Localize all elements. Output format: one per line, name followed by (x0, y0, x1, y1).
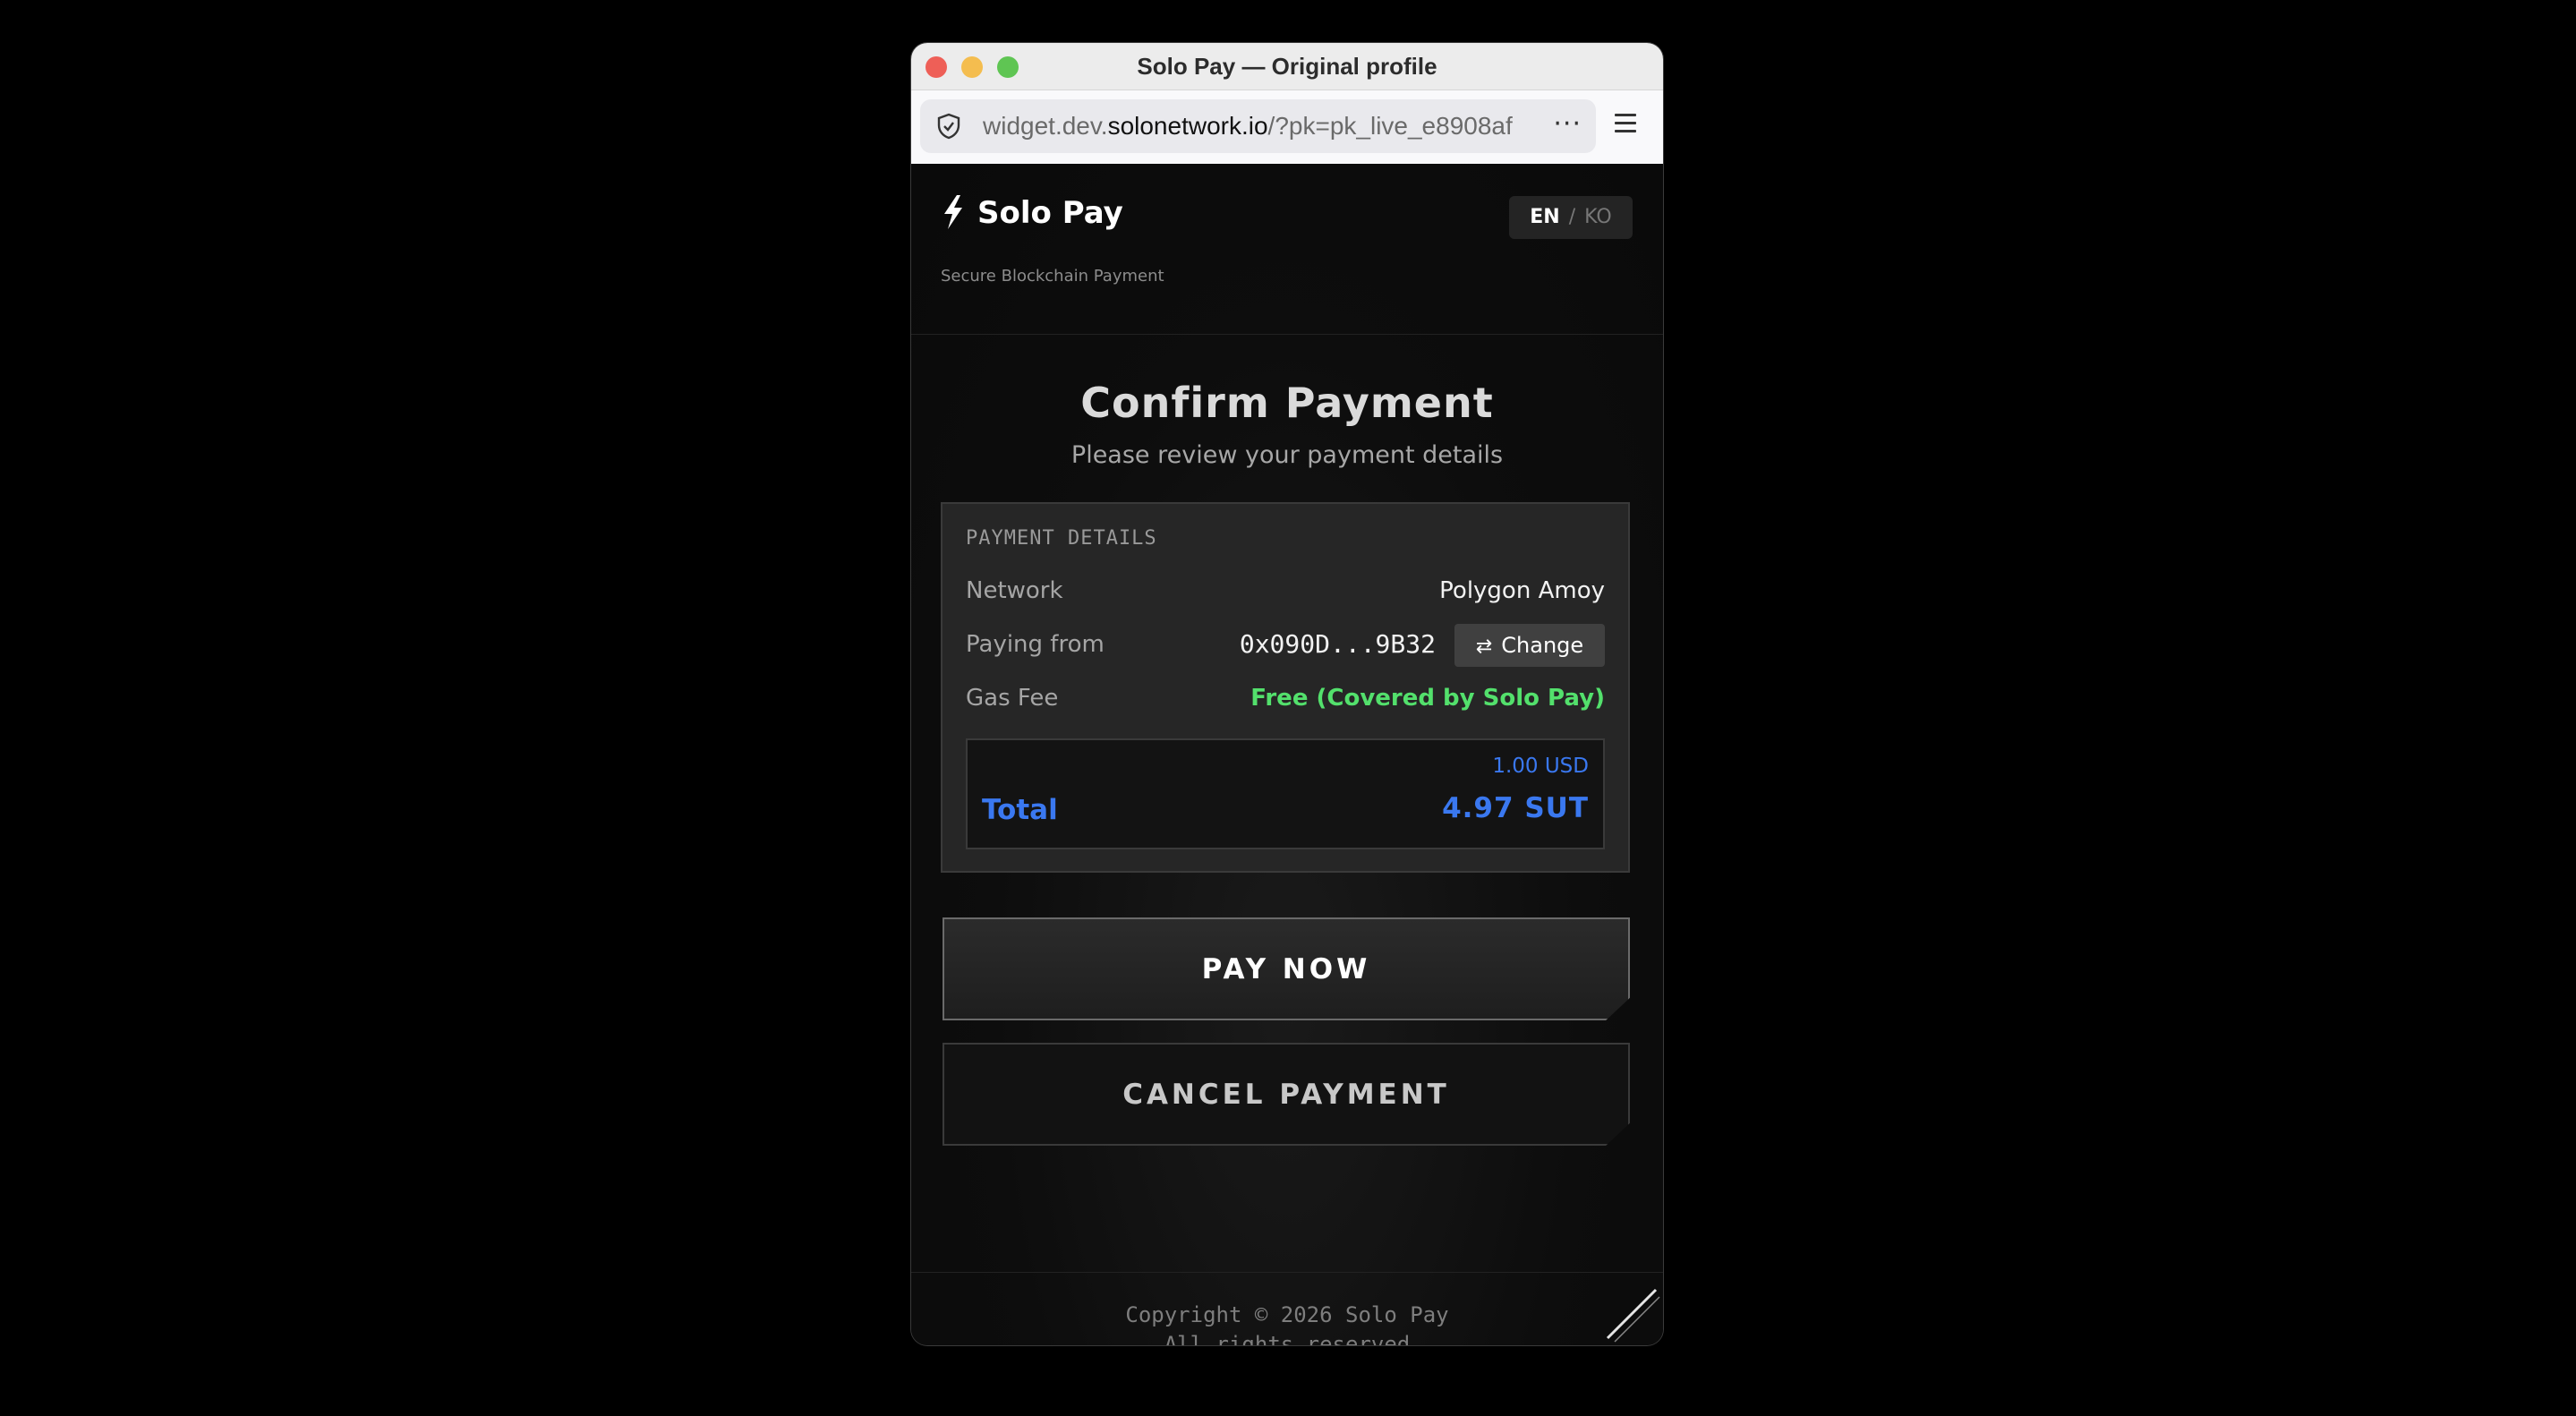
page-actions-more-icon[interactable]: ··· (1553, 99, 1582, 149)
lang-ko-option[interactable]: KO (1584, 206, 1612, 228)
change-wallet-button[interactable]: ⇄ Change (1454, 624, 1605, 667)
section-title: PAYMENT DETAILS (966, 527, 1157, 550)
cancel-payment-button[interactable]: CANCEL PAYMENT (943, 1043, 1630, 1146)
footer-divider (911, 1272, 1663, 1273)
payment-details-card: PAYMENT DETAILS Network Polygon Amoy Pay… (941, 502, 1630, 873)
pay-now-button[interactable]: PAY NOW (943, 917, 1630, 1020)
browser-navbar: widget.dev.solonetwork.io/?pk=pk_live_e8… (911, 90, 1663, 165)
widget-header: Solo Pay Secure Blockchain Payment EN / KO (911, 164, 1663, 335)
lang-en-option[interactable]: EN (1530, 206, 1559, 228)
copyright-text: Copyright © 2026 Solo Pay (1125, 1302, 1449, 1327)
page-subtitle: Please review your payment details (1070, 441, 1504, 469)
language-switcher: EN / KO (1509, 196, 1633, 239)
window-titlebar: Solo Pay — Original profile (911, 43, 1663, 90)
wallet-address: 0x090D...9B32 (1239, 629, 1436, 659)
url-bar[interactable]: widget.dev.solonetwork.io/?pk=pk_live_e8… (920, 99, 1596, 153)
total-label: Total (982, 794, 1058, 826)
paying-from-label: Paying from (966, 631, 1105, 658)
total-box: 1.00 USD Total 4.97 SUT (966, 738, 1605, 849)
brand-subtitle: Secure Blockchain Payment (941, 267, 1164, 286)
rights-text: All rights reserved (1164, 1332, 1411, 1345)
gas-fee-value: Free (Covered by Solo Pay) (1250, 685, 1605, 712)
url-text[interactable]: widget.dev.solonetwork.io/?pk=pk_live_e8… (983, 99, 1513, 153)
network-value: Polygon Amoy (1439, 577, 1605, 604)
payment-widget: Solo Pay Secure Blockchain Payment EN / KO… (911, 164, 1663, 1345)
total-amount: 4.97 SUT (1442, 792, 1589, 824)
network-label: Network (966, 577, 1063, 604)
browser-window: Solo Pay — Original profile widget.dev.s… (911, 43, 1663, 1345)
brand-name: Solo Pay (977, 195, 1123, 231)
swap-icon: ⇄ (1475, 635, 1493, 658)
header-divider (911, 334, 1663, 335)
menu-icon[interactable] (1615, 114, 1636, 133)
lang-separator: / (1568, 206, 1576, 228)
lightning-bolt-icon (944, 195, 962, 229)
page-title: Confirm Payment (1080, 379, 1494, 427)
usd-value: 1.00 USD (1492, 755, 1589, 778)
gas-fee-label: Gas Fee (966, 685, 1059, 712)
footer: Copyright © 2026 Solo Pay All rights res… (911, 1301, 1663, 1345)
shield-icon[interactable] (934, 112, 963, 141)
corner-accent (1606, 1288, 1660, 1343)
window-title: Solo Pay — Original profile (1137, 53, 1437, 80)
